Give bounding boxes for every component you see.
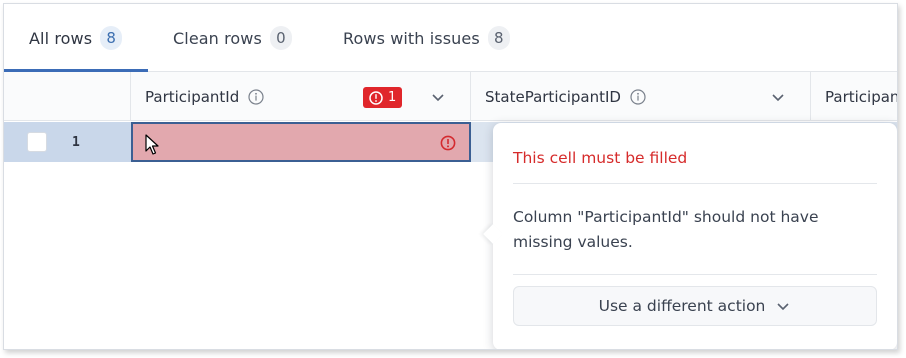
row-filter-tabs: All rows 8 Clean rows 0 Rows with issues… <box>4 4 897 72</box>
error-count: 1 <box>388 90 397 105</box>
grid-header: ParticipantId 1 StateParticipantID Parti… <box>4 72 897 121</box>
tab-count-badge: 0 <box>269 26 292 50</box>
row-gutter: 1 <box>4 122 130 162</box>
tab-label: All rows <box>29 28 93 48</box>
cell-error-popover: This cell must be filled Column "Partici… <box>483 123 897 349</box>
column-error-badge[interactable]: 1 <box>363 87 403 108</box>
popover-title: This cell must be filled <box>513 149 688 167</box>
tab-label: Clean rows <box>173 28 262 48</box>
info-icon[interactable] <box>248 88 264 105</box>
chevron-down-icon[interactable] <box>430 89 446 105</box>
chevron-down-icon[interactable] <box>770 89 786 105</box>
participantid-cell-error[interactable] <box>131 122 471 162</box>
info-icon[interactable] <box>630 88 646 105</box>
divider <box>513 183 877 184</box>
tab-label: Rows with issues <box>343 28 480 48</box>
popover-arrow <box>483 224 503 244</box>
tab-count-badge: 8 <box>487 26 510 50</box>
column-header-participantid[interactable]: ParticipantId 1 <box>131 72 471 121</box>
use-different-action-button[interactable]: Use a different action <box>513 286 877 326</box>
row-number: 1 <box>72 134 80 150</box>
alert-circle-icon <box>369 90 383 105</box>
column-header-stateparticipantid[interactable]: StateParticipantID <box>471 72 811 121</box>
tab-rows-with-issues[interactable]: Rows with issues 8 <box>343 4 510 72</box>
row-header-corner <box>4 72 131 121</box>
tab-clean-rows[interactable]: Clean rows 0 <box>173 4 292 72</box>
column-name: Participan <box>825 87 898 106</box>
chevron-down-icon <box>777 303 789 311</box>
popover-message: Column "ParticipantId" should not have m… <box>513 208 819 251</box>
tab-count-badge: 8 <box>100 26 123 50</box>
data-grid-panel: All rows 8 Clean rows 0 Rows with issues… <box>3 3 898 350</box>
column-name: StateParticipantID <box>485 87 621 106</box>
row-select-checkbox[interactable] <box>27 132 47 152</box>
action-label: Use a different action <box>598 297 766 315</box>
column-name: ParticipantId <box>145 87 240 106</box>
mouse-pointer-icon <box>145 134 159 155</box>
alert-circle-icon[interactable] <box>440 135 456 151</box>
tab-all-rows[interactable]: All rows 8 <box>29 4 123 72</box>
column-header-participan[interactable]: Participan <box>811 72 898 121</box>
divider <box>513 274 877 275</box>
